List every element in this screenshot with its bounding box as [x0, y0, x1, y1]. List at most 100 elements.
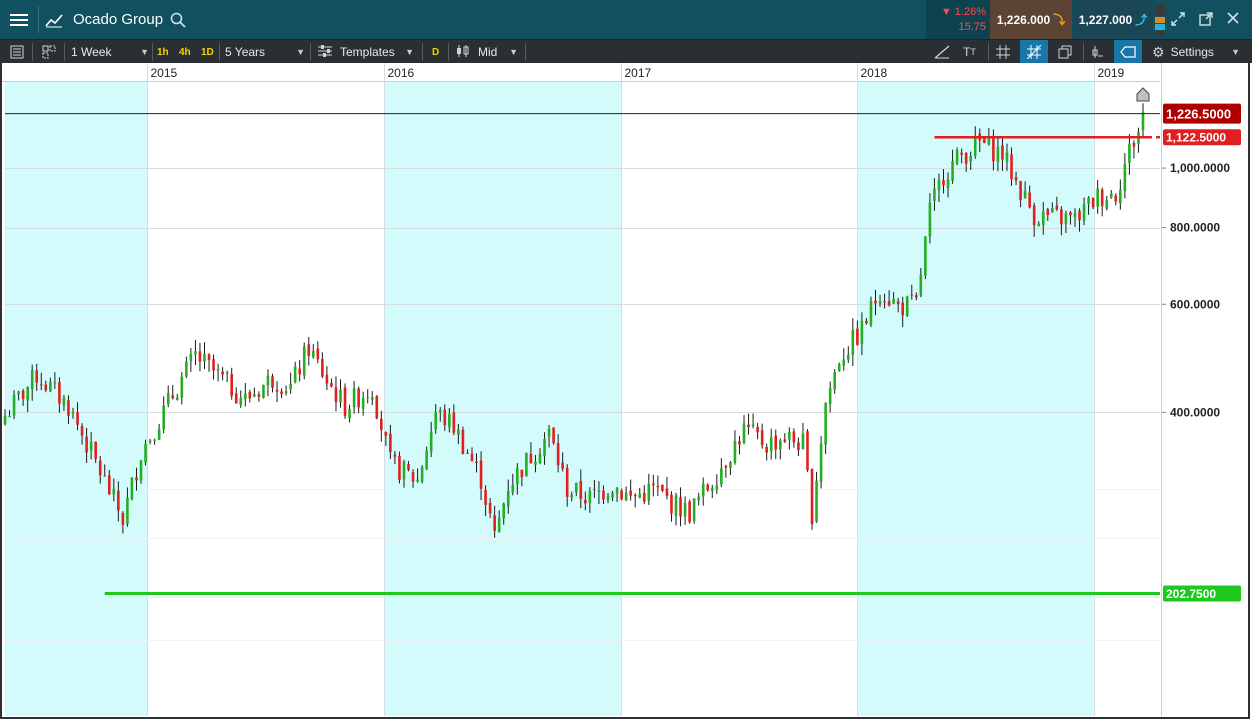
candle-up	[606, 495, 610, 501]
candle-down	[620, 490, 623, 500]
chart-type-icon[interactable]	[40, 0, 68, 39]
candle-up	[715, 485, 719, 490]
crosshair-grid-icon[interactable]	[1020, 40, 1048, 64]
candle-up	[302, 346, 306, 376]
candle-down	[642, 493, 646, 502]
candle-down	[856, 328, 859, 345]
draw-line-icon[interactable]	[934, 40, 950, 64]
sell-button[interactable]: 1,226.000 ⤵	[990, 0, 1072, 39]
popout-icon[interactable]	[1198, 11, 1218, 29]
candle-up	[130, 477, 134, 500]
candle-down	[198, 351, 202, 362]
candle-down	[135, 477, 138, 481]
candle-down	[212, 359, 215, 371]
candle-up	[253, 394, 256, 397]
candle-up	[733, 441, 737, 463]
candle-up	[574, 482, 578, 493]
candle-up	[1041, 211, 1045, 225]
candle-down	[783, 439, 787, 442]
price-chart[interactable]: 2015 2016 2017 2018 2019 1,000.0000 800.0000 60…	[0, 63, 1252, 721]
candle-up	[166, 393, 170, 405]
search-icon[interactable]	[170, 12, 186, 33]
candle-down	[321, 359, 324, 377]
interval-1d[interactable]: 1D	[201, 40, 214, 64]
price-type-select[interactable]: Mid ▼	[456, 40, 518, 64]
candle-down	[384, 431, 388, 436]
candle-up	[996, 146, 1000, 163]
d-button[interactable]: D	[432, 40, 439, 64]
candle-up	[1082, 203, 1086, 221]
candle-up	[778, 440, 782, 450]
tag-icon[interactable]	[1114, 40, 1142, 64]
candle-down	[520, 469, 524, 478]
candle-down	[307, 344, 311, 356]
grid-icon[interactable]	[996, 40, 1010, 64]
candle-up	[1051, 207, 1054, 213]
list-icon[interactable]	[10, 40, 24, 64]
candle-down	[316, 348, 320, 360]
candle-down	[488, 502, 492, 514]
candle-up	[402, 461, 406, 480]
candle-up	[49, 381, 52, 392]
candle-down	[810, 468, 814, 525]
change-percent: ▼ 1.26%	[940, 6, 986, 18]
candle-down	[475, 461, 478, 464]
candle-up	[89, 441, 93, 451]
windows-icon[interactable]	[1058, 40, 1072, 64]
candle-up	[969, 155, 973, 162]
templates-button[interactable]: Templates ▼	[318, 40, 414, 64]
candle-up	[153, 439, 156, 441]
expand-icon[interactable]	[1170, 11, 1190, 29]
candle-up	[729, 462, 732, 469]
sliders-icon	[318, 44, 332, 60]
period-select[interactable]: 1 Week ▼	[71, 40, 149, 64]
candle-down	[1032, 205, 1036, 226]
candle-down	[760, 430, 764, 446]
candle-down	[334, 387, 338, 403]
range-select[interactable]: 5 Years ▼	[225, 40, 305, 64]
buy-button[interactable]: 1,227.000 ⤴	[1073, 0, 1153, 39]
instrument-title[interactable]: Ocado Group	[73, 11, 163, 28]
y-tick-label: 600.0000	[1170, 297, 1220, 311]
candle-up	[203, 353, 206, 362]
candle-up	[1105, 200, 1109, 209]
text-tool-icon[interactable]: TT	[963, 40, 976, 64]
candle-up	[751, 424, 755, 427]
chevron-down-icon: ▼	[405, 47, 414, 57]
candle-down	[1100, 189, 1104, 207]
candle-down	[207, 354, 211, 360]
candle-down	[529, 453, 533, 464]
candle-up	[869, 300, 873, 325]
indicator-icon[interactable]	[1090, 40, 1104, 64]
layout-icon[interactable]	[42, 40, 56, 64]
candle-down	[629, 490, 632, 496]
candle-down	[983, 138, 986, 143]
candle-up	[448, 413, 451, 428]
candle-up	[973, 136, 977, 156]
settings-button[interactable]: ⚙ Settings ▼	[1152, 40, 1240, 64]
candle-up	[17, 391, 20, 395]
candle-up	[846, 354, 850, 360]
x-tick-label: 2015	[151, 66, 178, 80]
candle-down	[58, 382, 61, 404]
candle-down	[774, 435, 778, 450]
candle-down	[896, 301, 900, 304]
candle-down	[248, 391, 252, 399]
candle-up	[615, 488, 619, 494]
candle-up	[312, 351, 315, 358]
interval-4h[interactable]: 4h	[179, 40, 191, 64]
candle-up	[769, 437, 773, 452]
candle-up	[878, 301, 882, 304]
chevron-down-icon: ▼	[296, 47, 305, 57]
candle-up	[742, 423, 746, 444]
resistance-label: 1,122.5000	[1166, 131, 1226, 145]
candle-down	[389, 433, 392, 453]
candle-down	[171, 395, 175, 399]
close-icon[interactable]	[1226, 11, 1244, 29]
menu-icon[interactable]	[0, 0, 38, 39]
candle-down	[556, 443, 560, 466]
interval-1h[interactable]: 1h	[157, 40, 169, 64]
candle-up	[951, 161, 954, 181]
support-label: 202.7500	[1166, 587, 1216, 601]
candle-down	[1019, 181, 1022, 201]
